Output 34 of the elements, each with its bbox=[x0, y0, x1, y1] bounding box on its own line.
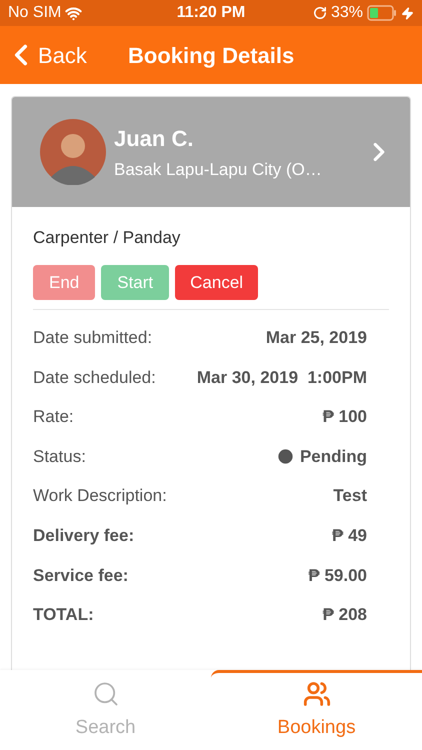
detail-value: Pending bbox=[300, 446, 367, 468]
detail-label: Date scheduled: bbox=[33, 366, 156, 389]
avatar bbox=[40, 119, 106, 185]
detail-label: Status: bbox=[33, 446, 86, 468]
detail-value: ₱ 208 bbox=[322, 604, 367, 626]
detail-label: Work Description: bbox=[33, 485, 167, 508]
charging-icon bbox=[401, 6, 414, 20]
detail-label: TOTAL: bbox=[33, 604, 94, 626]
tab-bar-item[interactable]: Search bbox=[0, 670, 211, 750]
detail-value: Test bbox=[333, 485, 367, 508]
battery-icon bbox=[367, 5, 398, 21]
worker-header[interactable]: Juan C. Basak Lapu-Lapu City (O… bbox=[12, 97, 410, 207]
search-icon bbox=[92, 680, 120, 708]
people-icon bbox=[302, 680, 330, 708]
carrier-text: No SIM bbox=[8, 3, 62, 23]
worker-name: Juan C. bbox=[114, 124, 194, 153]
worker-location: Basak Lapu-Lapu City (O… bbox=[114, 158, 323, 181]
tab-bar-item[interactable]: Bookings bbox=[211, 670, 422, 750]
detail-value: Mar 25, 2019 bbox=[266, 327, 367, 350]
wifi-icon bbox=[65, 4, 82, 22]
detail-value: Mar 30, 2019 1:00PM bbox=[196, 366, 367, 389]
detail-value: ₱ 49 bbox=[332, 525, 367, 548]
page-title: Booking Details bbox=[128, 42, 294, 70]
detail-value: ₱ 100 bbox=[322, 406, 367, 428]
detail-value: ₱ 59.00 bbox=[308, 564, 367, 587]
service-type: Carpenter / Panday bbox=[33, 228, 180, 247]
clock-text: 11:20 PM bbox=[176, 3, 246, 23]
battery-text: 33% bbox=[330, 3, 364, 23]
detail-label: Rate: bbox=[33, 406, 74, 428]
detail-label: Service fee: bbox=[33, 564, 128, 587]
detail-label: Delivery fee: bbox=[33, 525, 134, 548]
back-button[interactable]: Back bbox=[8, 38, 118, 72]
detail-label: Date submitted: bbox=[33, 327, 152, 350]
cancel-button[interactable]: Cancel bbox=[175, 265, 258, 300]
